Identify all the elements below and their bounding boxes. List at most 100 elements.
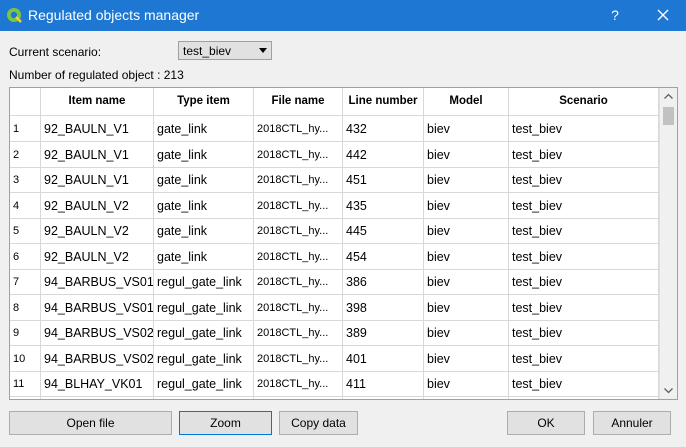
open-file-button[interactable]: Open file [9,411,172,435]
cell-line-number[interactable]: 398 [343,294,424,321]
cell-scenario[interactable]: test_biev [509,141,659,168]
row-number[interactable]: 2 [10,141,41,168]
cell-model[interactable]: biev [424,192,509,219]
cell-file-name[interactable]: 2018CTL_hy... [254,218,343,244]
table-row[interactable]: 4 92_BAULN_V2 gate_link 2018CTL_hy... 435 bie… [10,192,659,219]
cell-file-name[interactable]: 2018CTL_hy... [254,141,343,168]
row-number[interactable]: 4 [10,192,41,219]
zoom-button[interactable]: Zoom [179,411,272,435]
table-row[interactable]: 3 92_BAULN_V1 gate_link 2018CTL_hy... 451 bie… [10,167,659,193]
column-header-scenario[interactable]: Scenario [509,88,659,116]
scroll-down-icon[interactable] [660,382,677,399]
cell-scenario[interactable]: test_biev [509,345,659,372]
cell-scenario[interactable]: test_biev [509,218,659,244]
cell-scenario[interactable]: test_biev [509,167,659,193]
cell-line-number[interactable]: 451 [343,167,424,193]
table-row[interactable]: 8 94_BARBUS_VS01 regul_gate_link 2018CTL_hy… [10,294,659,321]
cell-file-name[interactable]: 2018CTL_hy... [254,371,343,397]
cell-file-name[interactable]: 2018CTL_hy... [254,167,343,193]
row-number[interactable]: 5 [10,218,41,244]
cell-item-name[interactable]: 94_BARBUS_VS01 [41,294,154,321]
column-header-type-item[interactable]: Type item [154,88,254,116]
cell-model[interactable]: biev [424,167,509,193]
cell-line-number[interactable]: 442 [343,141,424,168]
column-header-line-number[interactable]: Line number [343,88,424,116]
row-number[interactable]: 9 [10,320,41,346]
row-number[interactable]: 8 [10,294,41,321]
cell-model[interactable]: biev [424,141,509,168]
table-row[interactable]: 5 92_BAULN_V2 gate_link 2018CTL_hy... 445 bie… [10,218,659,244]
table-row[interactable]: 11 94_BLHAY_VK01 regul_gate_link 2018CTL_hy… [10,371,659,397]
cell-item-name[interactable]: 92_BAULN_V2 [41,192,154,219]
cell-line-number[interactable]: 389 [343,320,424,346]
cell-item-name[interactable]: 92_BAULN_V1 [41,141,154,168]
cell-scenario[interactable]: test_biev [509,116,659,142]
cell-type-item[interactable]: gate_link [154,192,254,219]
cell-line-number[interactable]: 432 [343,116,424,142]
cell-item-name[interactable]: 92_BAULN_V1 [41,116,154,142]
row-number[interactable]: 1 [10,116,41,142]
column-header-file-name[interactable]: File name [254,88,343,116]
cell-type-item[interactable]: regul_gate_link [154,345,254,372]
cell-scenario[interactable]: test_biev [509,269,659,295]
cell-type-item[interactable]: regul_gate_link [154,371,254,397]
row-number[interactable]: 6 [10,243,41,270]
cell-type-item[interactable]: gate_link [154,167,254,193]
cell-model[interactable]: biev [424,320,509,346]
cell-file-name[interactable]: 2018CTL_hy... [254,345,343,372]
cell-scenario[interactable]: test_biev [509,294,659,321]
cell-item-name[interactable]: 92_BAULN_V2 [41,218,154,244]
table-row[interactable]: 9 94_BARBUS_VS02 regul_gate_link 2018CTL_hy… [10,320,659,346]
cell-file-name[interactable]: 2018CTL_hy... [254,192,343,219]
scenario-dropdown[interactable]: test_biev [178,41,272,60]
cell-file-name[interactable]: 2018CTL_hy... [254,116,343,142]
cell-item-name[interactable]: 92_BAULN_V1 [41,167,154,193]
cell-type-item[interactable]: gate_link [154,243,254,270]
table-row[interactable]: 10 94_BARBUS_VS02 regul_gate_link 2018CTL_h… [10,345,659,372]
cell-line-number[interactable]: 435 [343,192,424,219]
cell-model[interactable]: biev [424,294,509,321]
cell-scenario[interactable]: test_biev [509,243,659,270]
cell-item-name[interactable]: 94_BARBUS_VS02 [41,320,154,346]
cell-type-item[interactable]: regul_gate_link [154,320,254,346]
cancel-button[interactable]: Annuler [593,411,671,435]
cell-scenario[interactable]: test_biev [509,192,659,219]
cell-line-number[interactable]: 445 [343,218,424,244]
cell-item-name[interactable]: 94_BARBUS_VS01 [41,269,154,295]
table-row[interactable]: 7 94_BARBUS_VS01 regul_gate_link 2018CTL_hy… [10,269,659,295]
cell-line-number[interactable]: 411 [343,371,424,397]
cell-line-number[interactable]: 401 [343,345,424,372]
row-number[interactable]: 7 [10,269,41,295]
cell-file-name[interactable]: 2018CTL_hy... [254,269,343,295]
close-button[interactable] [651,3,675,27]
scroll-up-icon[interactable] [660,88,677,105]
cell-item-name[interactable]: 92_BAULN_V2 [41,243,154,270]
cell-line-number[interactable]: 454 [343,243,424,270]
cell-item-name[interactable]: 94_BLHAY_VK01 [41,371,154,397]
help-button[interactable]: ? [604,3,626,27]
cell-model[interactable]: biev [424,218,509,244]
column-header-model[interactable]: Model [424,88,509,116]
cell-scenario[interactable]: test_biev [509,320,659,346]
cell-file-name[interactable]: 2018CTL_hy... [254,320,343,346]
cell-scenario[interactable]: test_biev [509,371,659,397]
ok-button[interactable]: OK [507,411,585,435]
cell-item-name[interactable]: 94_BARBUS_VS02 [41,345,154,372]
cell-type-item[interactable]: regul_gate_link [154,294,254,321]
regulated-objects-table[interactable]: Item name Type item File name Line numbe… [9,87,678,400]
table-row[interactable]: 1 92_BAULN_V1 gate_link 2018CTL_hy... 432 bie… [10,116,659,142]
cell-type-item[interactable]: regul_gate_link [154,269,254,295]
table-row[interactable]: 6 92_BAULN_V2 gate_link 2018CTL_hy... 454 bie… [10,243,659,270]
scrollbar-thumb[interactable] [663,107,674,125]
cell-type-item[interactable]: gate_link [154,141,254,168]
cell-file-name[interactable]: 2018CTL_hy... [254,294,343,321]
row-number[interactable]: 11 [10,371,41,397]
table-row[interactable]: 2 92_BAULN_V1 gate_link 2018CTL_hy... 442 bie… [10,141,659,168]
column-header-item-name[interactable]: Item name [41,88,154,116]
cell-model[interactable]: biev [424,345,509,372]
row-number[interactable]: 10 [10,345,41,372]
cell-model[interactable]: biev [424,116,509,142]
cell-type-item[interactable]: gate_link [154,116,254,142]
cell-line-number[interactable]: 386 [343,269,424,295]
cell-model[interactable]: biev [424,371,509,397]
